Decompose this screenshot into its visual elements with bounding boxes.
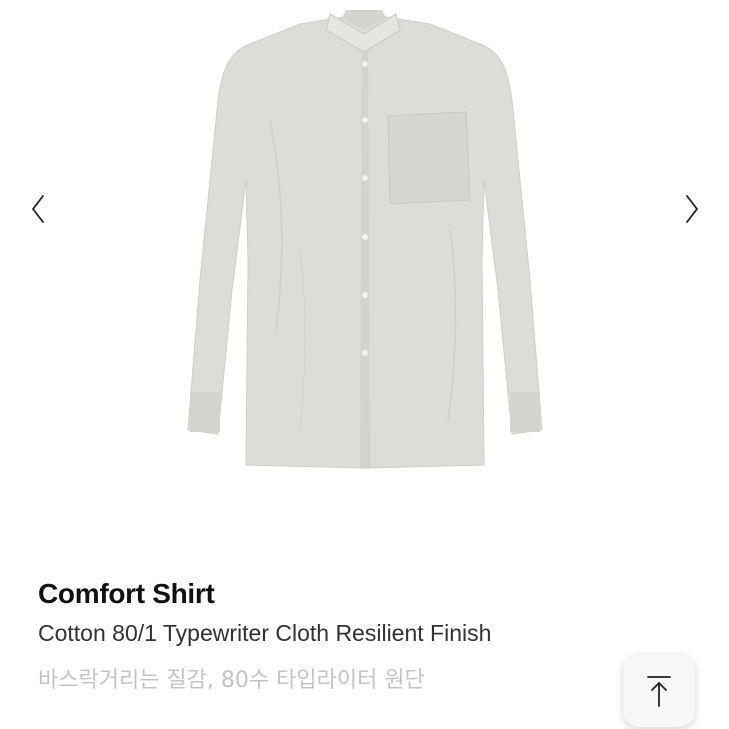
- arrow-up-to-top-icon: [647, 676, 671, 707]
- chevron-right-icon: [686, 195, 698, 223]
- shirt-illustration: [187, 10, 543, 469]
- product-title: Comfort Shirt: [38, 578, 215, 609]
- product-subtitle: Cotton 80/1 Typewriter Cloth Resilient F…: [38, 620, 492, 646]
- carousel-next-button[interactable]: [680, 192, 704, 226]
- carousel-prev-button[interactable]: [26, 192, 50, 226]
- product-description: 바스락거리는 질감, 80수 타입라이터 원단: [38, 668, 425, 693]
- scroll-to-top-button[interactable]: [623, 655, 695, 727]
- chevron-left-icon: [32, 195, 44, 223]
- product-image: [150, 0, 580, 470]
